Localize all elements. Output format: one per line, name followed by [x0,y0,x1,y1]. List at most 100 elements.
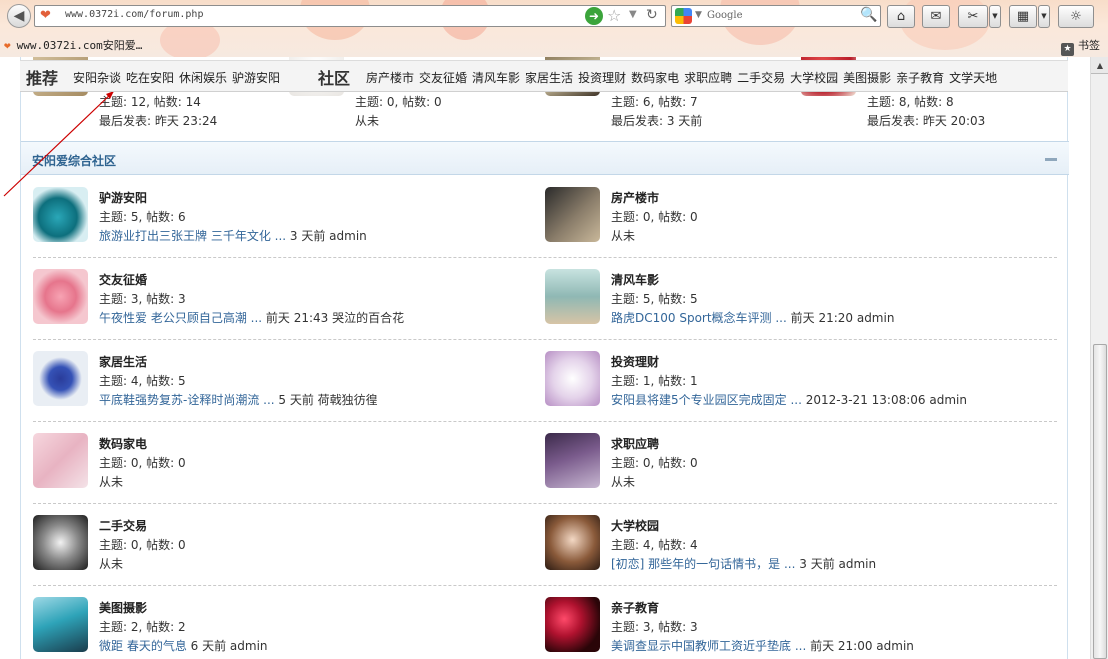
forum-thumbnail[interactable] [545,597,600,652]
forum-stats: 主题: 0, 帖数: 0 [611,456,698,470]
forum-thumbnail[interactable] [33,351,88,406]
forum-thumbnail[interactable] [33,433,88,488]
last-post-link[interactable]: 平底鞋强势复苏-诠释时尚潮流 ... [99,393,275,407]
forum-thumbnail[interactable] [545,187,600,242]
quick-nav-link[interactable]: 安阳杂谈 [73,71,121,85]
quick-nav-link[interactable]: 清风车影 [472,71,520,85]
forum-cell: 亲子教育 主题: 3, 帖数: 3 美调查显示中国教师工资近乎垫底 ... 前天… [545,593,1045,659]
forum-last-post: 安阳县将建5个专业园区完成固定 ... 2012-3-21 13:08:06 a… [611,391,967,408]
forum-thumbnail[interactable] [33,515,88,570]
last-post-link[interactable]: 路虎DC100 Sport概念车评测 ... [611,311,787,325]
bookmarks-menu[interactable]: ★ 书签 [1061,37,1100,56]
forum-thumbnail[interactable] [33,597,88,652]
search-engine-dropdown-icon[interactable]: ▼ [695,10,702,20]
forum-name[interactable]: 投资理财 [611,353,659,370]
scrollbar-thumb[interactable] [1093,344,1107,659]
last-post-meta: 从未 [611,229,636,243]
mail-button[interactable]: ✉ [922,5,950,28]
last-post-link[interactable]: 旅游业打出三张王牌 三千年文化 ... [99,229,286,243]
quick-nav-link[interactable]: 美图摄影 [843,71,891,85]
quick-nav-link[interactable]: 驴游安阳 [232,71,280,85]
search-icon[interactable]: 🔍 [860,7,877,23]
forum-name[interactable]: 求职应聘 [611,435,659,452]
quick-nav-link[interactable]: 亲子教育 [896,71,944,85]
forum-last-post: [初恋] 那些年的一句话情书，是 ... 3 天前 admin [611,555,876,572]
forum-thumbnail[interactable] [33,269,88,324]
quick-nav-link[interactable]: 房产楼市 [366,71,414,85]
bookmark-item[interactable]: ❤ www.0372i.com安阳爱… [4,37,142,53]
forum-thumbnail[interactable] [545,433,600,488]
last-post-meta: 前天 21:00 admin [806,639,914,653]
forum-name[interactable]: 二手交易 [99,517,147,534]
quick-nav-link[interactable]: 投资理财 [578,71,626,85]
forum-thumbnail[interactable] [33,187,88,242]
google-logo-icon[interactable] [675,8,692,24]
quick-nav-link[interactable]: 大学校园 [790,71,838,85]
forum-thumbnail[interactable] [545,351,600,406]
apps-dropdown-icon[interactable]: ▼ [1038,5,1050,28]
quick-nav-link[interactable]: 交友征婚 [419,71,467,85]
quick-nav-link[interactable]: 求职应聘 [684,71,732,85]
last-post-link[interactable]: 安阳县将建5个专业园区完成固定 ... [611,393,802,407]
forum-thumbnail[interactable] [545,515,600,570]
search-bar[interactable]: ▼ Google 🔍 [671,5,881,27]
forum-name[interactable]: 房产楼市 [611,189,659,206]
bookmark-star-icon[interactable]: ☆ [607,6,621,25]
category-header: 安阳爱综合社区 [21,141,1069,175]
collapse-icon[interactable] [1045,158,1057,161]
address-toolbar: ◀ ❤ www.0372i.com/forum.php ➜ ☆ ▼ ↻ ▼ Go… [0,2,1108,30]
forum-name[interactable]: 美图摄影 [99,599,147,616]
forum-name[interactable]: 交友征婚 [99,271,147,288]
forum-last-post: 从未 [611,473,635,490]
forum-stats: 主题: 0, 帖数: 0 [99,538,186,552]
forum-row: 数码家电 主题: 0, 帖数: 0 从未 求职应聘 主题: 0, 帖数: 0 从… [33,429,1057,511]
home-button[interactable]: ⌂ [887,5,915,28]
quick-nav-link[interactable]: 家居生活 [525,71,573,85]
forum-name[interactable]: 清风车影 [611,271,659,288]
forum-thumbnail[interactable] [545,269,600,324]
forum-name[interactable]: 家居生活 [99,353,147,370]
forum-stats: 主题: 5, 帖数: 5 [611,292,698,306]
last-post-meta: 前天 21:20 admin [786,311,895,325]
last-post-link[interactable]: 午夜性爱 老公只顾自己高潮 ... [99,311,262,325]
forum-name[interactable]: 驴游安阳 [99,189,147,206]
address-bar[interactable]: ❤ www.0372i.com/forum.php ➜ ☆ ▼ ↻ [34,5,666,27]
row-divider [33,339,1057,340]
forum-stats: 主题: 6, 帖数: 7 [611,95,698,109]
forum-cell: 二手交易 主题: 0, 帖数: 0 从未 [33,511,533,593]
quick-nav-bar: 推荐 安阳杂谈 吃在安阳 休闲娱乐 驴游安阳 社区 房产楼市 交友征婚 清风车影 家居生活投… [20,60,1068,92]
forum-name[interactable]: 大学校园 [611,517,659,534]
forum-name[interactable]: 数码家电 [99,435,147,452]
quick-nav-link[interactable]: 数码家电 [631,71,679,85]
forum-cell: 投资理财 主题: 1, 帖数: 1 安阳县将建5个专业园区完成固定 ... 20… [545,347,1045,429]
last-post-link[interactable]: 微距 春天的气息 [99,639,187,653]
screenshot-button[interactable]: ✂ [958,5,988,28]
forum-last-post: 从未 [99,473,123,490]
last-post-link[interactable]: [初恋] 那些年的一句话情书，是 ... [611,557,795,571]
bookmark-label: www.0372i.com安阳爱… [16,39,143,52]
last-post-meta: 2012-3-21 13:08:06 admin [801,393,967,407]
page-viewport: 主题: 12, 帖数: 14 最后发表: 昨天 23:24 主题: 0, 帖数:… [0,57,1108,659]
category-title[interactable]: 安阳爱综合社区 [32,152,116,169]
quick-nav-link[interactable]: 文学天地 [949,71,997,85]
apps-button[interactable]: ▦ [1009,5,1037,28]
quick-nav-link[interactable]: 二手交易 [737,71,785,85]
reload-icon[interactable]: ↻ [646,7,658,23]
go-arrow-icon[interactable]: ➜ [585,7,603,25]
forum-name[interactable]: 亲子教育 [611,599,659,616]
vertical-scrollbar[interactable]: ▲ [1090,57,1108,659]
scroll-up-arrow-icon[interactable]: ▲ [1091,57,1108,74]
screenshot-dropdown-icon[interactable]: ▼ [989,5,1001,28]
last-post-link[interactable]: 美调查显示中国教师工资近乎垫底 ... [611,639,806,653]
bookmarks-star-icon: ★ [1061,43,1074,56]
last-post-meta: 5 天前 荷戟独彷徨 [274,393,378,407]
back-button[interactable]: ◀ [7,4,31,28]
search-input[interactable]: Google [707,10,743,21]
quick-nav-group1-title: 推荐 [26,69,59,88]
row-divider [33,585,1057,586]
quick-nav-link[interactable]: 吃在安阳 [126,71,174,85]
addon-button[interactable]: ☼ [1058,5,1094,28]
history-dropdown-icon[interactable]: ▼ [629,9,637,20]
quick-nav-link[interactable]: 休闲娱乐 [179,71,227,85]
forum-stats: 主题: 0, 帖数: 0 [611,210,698,224]
